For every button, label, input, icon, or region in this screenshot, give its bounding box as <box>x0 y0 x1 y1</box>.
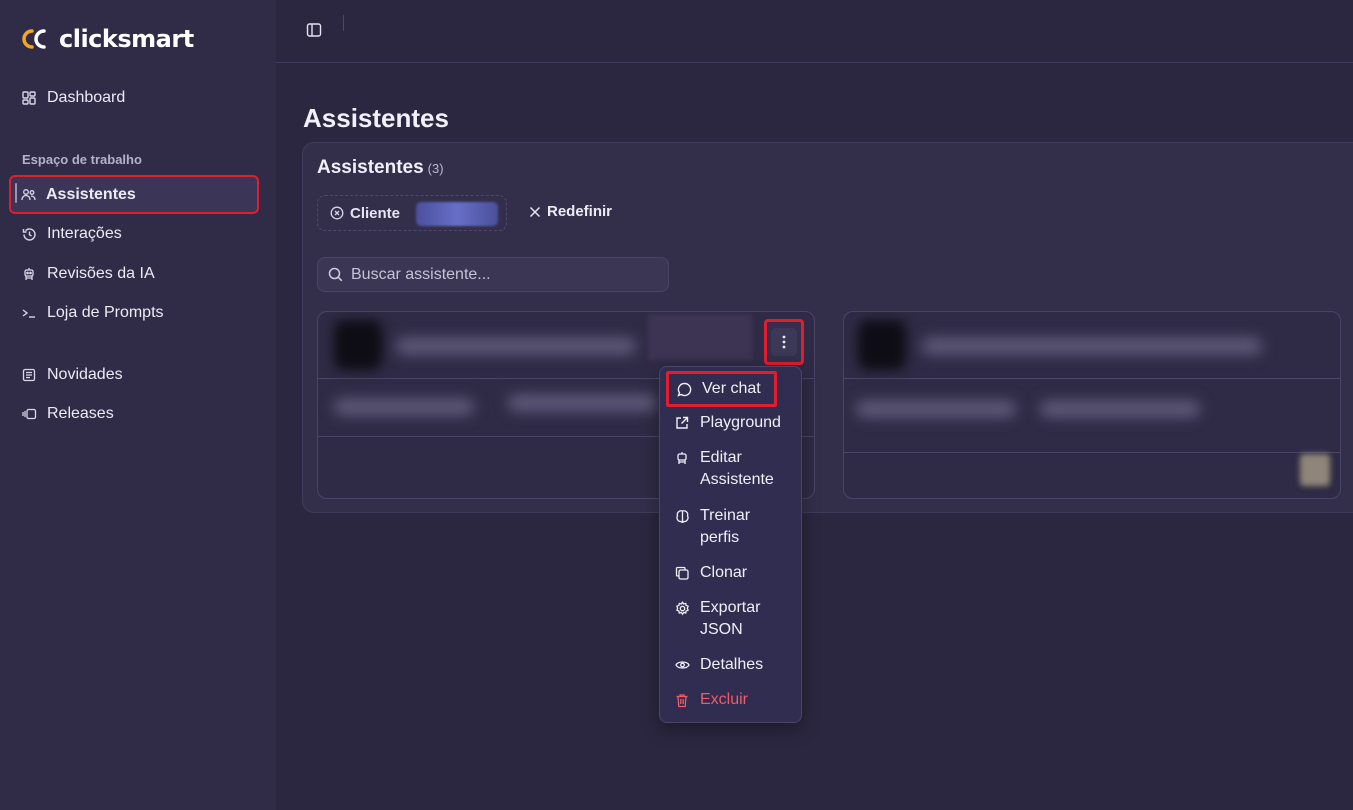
menu-item-excluir[interactable]: Excluir <box>674 689 790 711</box>
dashboard-icon <box>21 90 37 106</box>
external-link-icon <box>674 412 690 434</box>
sidebar-item-label: Revisões da IA <box>47 265 155 282</box>
sidebar: clicksmart Dashboard Espaço de trabalho … <box>0 0 276 810</box>
menu-item-ver-chat[interactable]: Ver chat <box>666 371 777 407</box>
circle-x-icon[interactable] <box>330 206 344 220</box>
eye-icon <box>674 654 690 676</box>
menu-item-label: Exportar JSON <box>700 599 761 638</box>
search-icon <box>328 267 343 282</box>
assistants-panel: Assistentes (3) Cliente Redefinir <box>302 142 1353 513</box>
menu-item-treinar-perfis[interactable]: Treinar perfis <box>674 505 790 549</box>
sidebar-item-assistentes[interactable]: Assistentes <box>9 175 259 214</box>
sidebar-item-label: Assistentes <box>46 185 136 203</box>
redacted-avatar <box>1300 454 1330 486</box>
panel-title-text: Assistentes <box>317 157 424 178</box>
redacted-detail <box>334 399 474 415</box>
topbar-divider <box>343 15 344 31</box>
brand-name: clicksmart <box>59 25 194 53</box>
menu-item-detalhes[interactable]: Detalhes <box>674 654 790 676</box>
sidebar-item-dashboard[interactable]: Dashboard <box>10 80 258 116</box>
panel-left-icon <box>306 23 322 37</box>
redacted-block <box>648 314 752 360</box>
card-actions-menu: Ver chat Playground Editar Assistente Tr… <box>659 366 802 723</box>
menu-item-label: Clonar <box>700 564 748 581</box>
chat-icon <box>677 378 692 400</box>
menu-item-label: Ver chat <box>702 380 761 397</box>
brand-logo[interactable]: clicksmart <box>21 25 194 53</box>
reset-label: Redefinir <box>547 203 613 220</box>
brand-prefix: click <box>59 25 118 53</box>
sidebar-item-novidades[interactable]: Novidades <box>10 357 258 393</box>
releases-icon <box>21 406 37 422</box>
menu-item-label: Detalhes <box>700 656 764 673</box>
sidebar-item-loja-prompts[interactable]: Loja de Prompts <box>10 295 258 331</box>
brain-icon <box>674 505 690 527</box>
robot-icon <box>21 266 37 282</box>
redacted-name <box>396 338 636 354</box>
card-details <box>844 379 1340 453</box>
history-icon <box>21 226 37 242</box>
redacted-name <box>922 338 1262 354</box>
reset-filters-button[interactable]: Redefinir <box>529 203 612 220</box>
copy-icon <box>674 562 690 584</box>
avatar <box>858 320 906 370</box>
assistant-count: (3) <box>427 161 444 176</box>
menu-item-clonar[interactable]: Clonar <box>674 562 790 584</box>
close-icon <box>529 206 541 217</box>
sidebar-toggle-button[interactable] <box>306 22 324 40</box>
page-title: Assistentes <box>303 103 449 133</box>
menu-item-label: Playground <box>700 414 781 431</box>
search-box[interactable] <box>317 257 669 292</box>
menu-item-playground[interactable]: Playground <box>674 412 790 434</box>
avatar <box>334 320 382 370</box>
search-input[interactable] <box>351 265 651 284</box>
card-more-button[interactable] <box>764 319 804 365</box>
redacted-detail <box>856 401 1016 417</box>
menu-item-exportar-json[interactable]: Exportar JSON <box>674 597 790 641</box>
gear-icon <box>674 597 690 619</box>
redacted-detail <box>508 395 658 411</box>
sidebar-item-releases[interactable]: Releases <box>10 396 258 432</box>
sidebar-item-revisoes-ia[interactable]: Revisões da IA <box>10 256 258 292</box>
card-header <box>844 312 1340 379</box>
menu-item-editar-assistente[interactable]: Editar Assistente <box>674 447 790 491</box>
redacted-detail <box>1040 401 1200 417</box>
clicksmart-logo-icon <box>22 29 46 49</box>
panel-title: Assistentes (3) <box>317 157 444 179</box>
menu-item-label: Excluir <box>700 691 749 708</box>
trash-icon <box>674 689 690 711</box>
newspaper-icon <box>21 367 37 383</box>
app-root: clicksmart Dashboard Espaço de trabalho … <box>0 0 1353 810</box>
sidebar-item-label: Loja de Prompts <box>47 304 164 321</box>
client-filter-chip[interactable]: Cliente <box>317 195 507 231</box>
filter-value-redacted <box>416 202 498 226</box>
section-label-workspace: Espaço de trabalho <box>22 152 142 167</box>
top-bar <box>276 0 1353 63</box>
robot-icon <box>674 447 690 469</box>
sidebar-item-label: Dashboard <box>47 89 126 106</box>
users-icon <box>20 187 36 203</box>
sidebar-item-interacoes[interactable]: Interações <box>10 216 258 252</box>
brand-suffix: smart <box>117 25 194 53</box>
sidebar-item-label: Novidades <box>47 366 123 383</box>
terminal-icon <box>21 305 37 321</box>
sidebar-item-label: Interações <box>47 225 122 242</box>
menu-item-label: Editar Assistente <box>700 449 774 488</box>
more-vertical-icon <box>771 328 797 356</box>
assistant-card[interactable] <box>843 311 1341 499</box>
menu-item-label: Treinar perfis <box>700 507 751 546</box>
sidebar-item-label: Releases <box>47 405 114 422</box>
filter-label: Cliente <box>350 204 401 222</box>
